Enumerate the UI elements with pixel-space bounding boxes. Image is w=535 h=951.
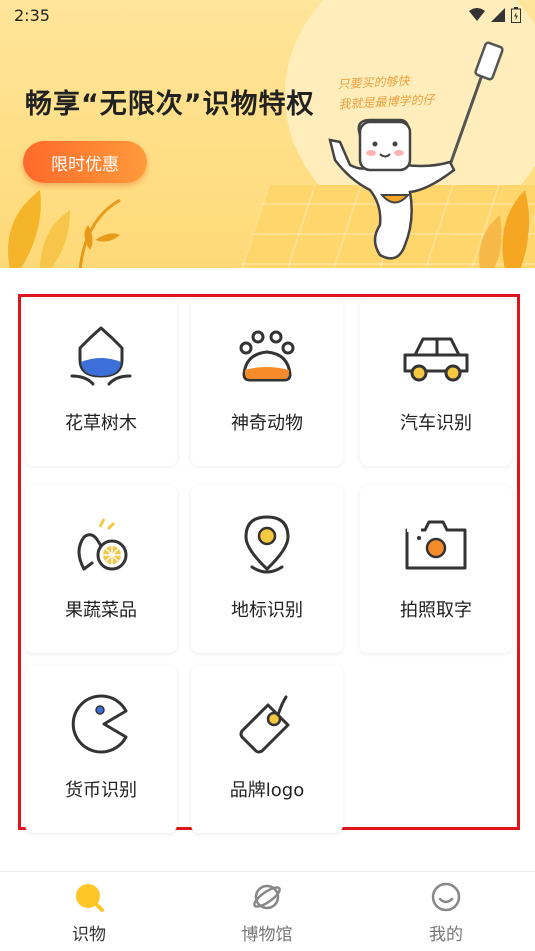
planet-icon xyxy=(253,884,281,910)
category-label: 果蔬菜品 xyxy=(65,600,137,621)
category-label: 花草树木 xyxy=(65,413,137,434)
category-card-brand-logo[interactable]: 品牌logo xyxy=(191,665,343,833)
banner-title: 畅享“无限次”识物特权 xyxy=(25,89,315,120)
category-label: 品牌logo xyxy=(229,780,305,801)
signal-icon xyxy=(491,8,505,22)
screen: 2:35 畅享“无限次”识物特权 限时优惠 只要买的够快 我就是最博学的仔 花草… xyxy=(0,0,535,951)
banner-leaf-right xyxy=(479,190,529,268)
location-pin-icon xyxy=(244,515,290,574)
nav-label: 博物馆 xyxy=(241,925,293,945)
category-label: 货币识别 xyxy=(65,780,137,801)
category-card-text-capture[interactable]: 拍照取字 xyxy=(360,485,512,653)
status-time: 2:35 xyxy=(14,5,50,25)
search-icon xyxy=(76,884,104,912)
nav-item-museum[interactable]: 博物馆 xyxy=(178,872,356,951)
wifi-icon xyxy=(469,8,485,21)
smile-icon xyxy=(431,882,461,912)
category-card-landmarks[interactable]: 地标识别 xyxy=(191,485,343,653)
nav-label: 我的 xyxy=(429,925,463,945)
fruit-icon xyxy=(77,518,128,571)
battery-icon xyxy=(511,7,521,23)
category-label: 汽车识别 xyxy=(400,413,472,434)
category-card-currency[interactable]: 货币识别 xyxy=(25,665,177,833)
category-label: 地标识别 xyxy=(231,600,303,621)
category-card-produce[interactable]: 果蔬菜品 xyxy=(25,485,177,653)
flower-icon xyxy=(70,326,132,386)
banner-leaf-left xyxy=(8,190,121,268)
bottom-nav: 识物 博物馆 我的 xyxy=(0,871,535,951)
nav-item-profile[interactable]: 我的 xyxy=(357,872,535,951)
category-card-cars[interactable]: 汽车识别 xyxy=(360,298,512,466)
promo-banner[interactable]: 2:35 畅享“无限次”识物特权 限时优惠 只要买的够快 我就是最博学的仔 xyxy=(0,0,535,268)
car-icon xyxy=(403,337,469,382)
category-card-animals[interactable]: 神奇动物 xyxy=(191,298,343,466)
status-bar: 2:35 xyxy=(0,0,535,30)
category-card-flowers[interactable]: 花草树木 xyxy=(25,298,177,466)
status-icons xyxy=(469,7,521,23)
category-label: 拍照取字 xyxy=(400,600,472,621)
tag-icon xyxy=(239,695,290,754)
camera-icon xyxy=(405,520,467,570)
coin-icon xyxy=(71,694,128,754)
category-label: 神奇动物 xyxy=(231,413,303,434)
nav-item-identify[interactable]: 识物 xyxy=(0,872,178,951)
nav-label: 识物 xyxy=(72,925,106,945)
paw-icon xyxy=(239,330,295,382)
